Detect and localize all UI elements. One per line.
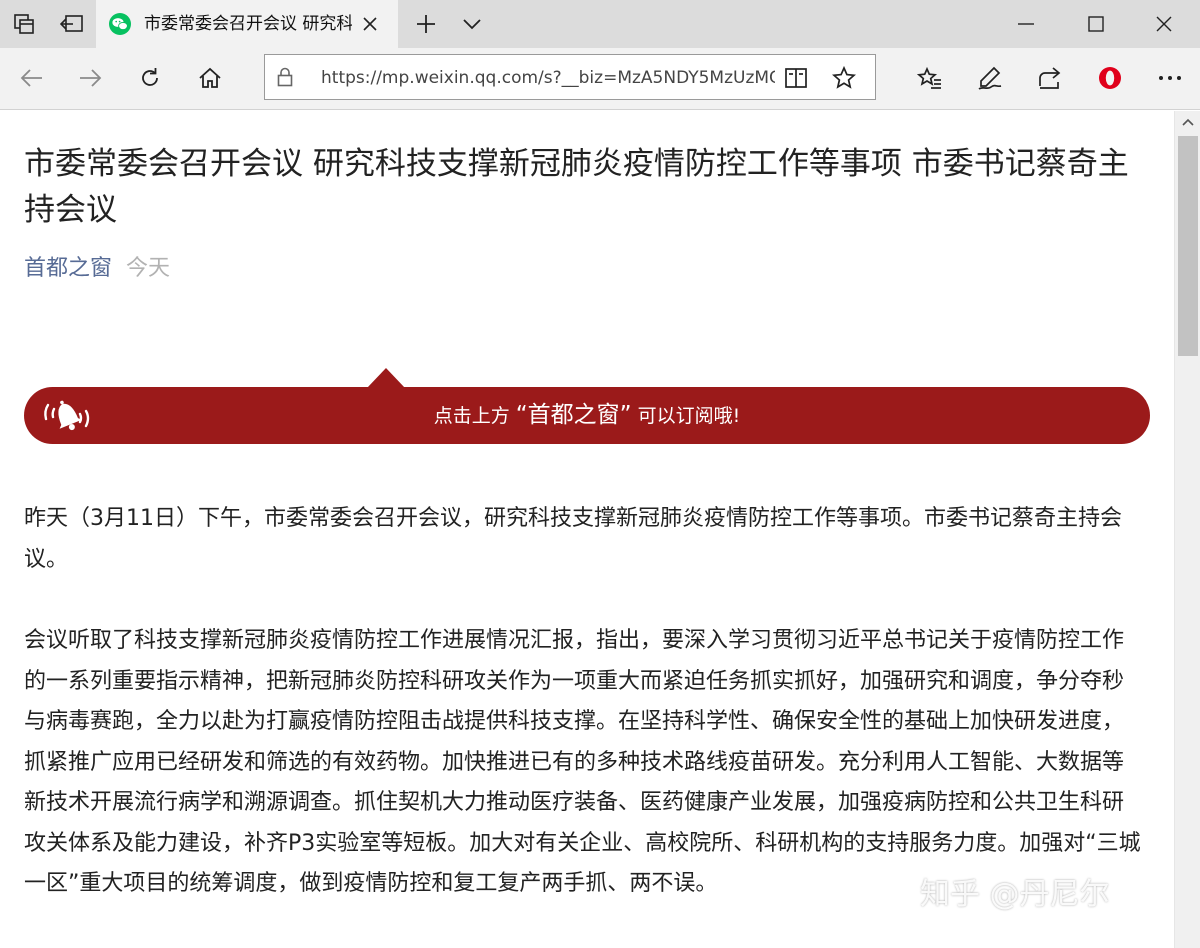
back-button[interactable]: [8, 54, 56, 102]
publish-date: 今天: [126, 256, 171, 281]
tab-list-button[interactable]: [448, 0, 496, 48]
favorites-list-button[interactable]: [906, 54, 954, 102]
refresh-button[interactable]: [126, 54, 174, 102]
banner-account-name: “首都之窗”: [515, 402, 632, 428]
close-window-button[interactable]: [1130, 0, 1198, 48]
share-icon: [1039, 67, 1061, 89]
share-button[interactable]: [1026, 54, 1074, 102]
close-window-icon: [1156, 16, 1172, 32]
banner-text: 点击上方 “首都之窗” 可以订阅哦!: [24, 387, 1150, 444]
lock-button[interactable]: [273, 65, 297, 89]
navigation-bar: https://mp.weixin.qq.com/s?__biz=MzA5NDY…: [0, 48, 1200, 110]
article-title: 市委常委会召开会议 研究科技支撑新冠肺炎疫情防控工作等事项 市委书记蔡奇主持会议: [24, 146, 1129, 228]
minimize-button[interactable]: [992, 0, 1060, 48]
minimize-icon: [1018, 23, 1034, 25]
forward-arrow-icon: [80, 69, 102, 87]
page-content: 市委常委会召开会议 研究科技支撑新冠肺炎疫情防控工作等事项 市委书记蔡奇主持会议…: [0, 111, 1174, 948]
chevron-up-icon: [1182, 118, 1194, 126]
favorites-list-icon: [917, 66, 941, 89]
extension-button[interactable]: [1086, 54, 1134, 102]
wechat-icon: [109, 13, 131, 35]
pen-icon: [978, 66, 1002, 90]
address-url[interactable]: https://mp.weixin.qq.com/s?__biz=MzA5NDY…: [321, 65, 775, 91]
banner-pointer: [367, 368, 405, 388]
reading-view-icon: [785, 68, 807, 88]
more-icon: [1159, 76, 1181, 80]
close-icon: [363, 17, 377, 31]
set-aside-tabs-icon: [60, 15, 83, 32]
tab-strip: 市委常委会召开会议 研究科技支撑新冠肺炎疫情防控工作等事项 市委书记蔡奇主持会议: [0, 0, 1200, 48]
reading-view-button[interactable]: [779, 61, 813, 95]
zhihu-watermark: 知乎 @丹尼尔: [920, 877, 1110, 912]
scrollbar-thumb[interactable]: [1178, 136, 1198, 356]
home-icon: [199, 67, 221, 88]
chevron-down-icon: [463, 19, 481, 30]
banner-prefix: 点击上方: [433, 405, 510, 427]
plus-icon: [417, 15, 435, 33]
scroll-up-button[interactable]: [1175, 111, 1200, 133]
active-tab[interactable]: 市委常委会召开会议 研究科技支撑新冠肺炎疫情防控工作等事项 市委书记蔡奇主持会议: [96, 0, 398, 48]
back-arrow-icon: [20, 69, 42, 87]
address-bar[interactable]: https://mp.weixin.qq.com/s?__biz=MzA5NDY…: [264, 54, 876, 100]
notes-button[interactable]: [966, 54, 1014, 102]
subscribe-banner: 点击上方 “首都之窗” 可以订阅哦!: [24, 387, 1150, 444]
article-paragraph: 会议听取了科技支撑新冠肺炎疫情防控工作进展情况汇报，指出，要深入学习贯彻习近平总…: [24, 628, 1141, 896]
favorite-button[interactable]: [827, 61, 861, 95]
tab-title: 市委常委会召开会议 研究科技支撑新冠肺炎疫情防控工作等事项 市委书记蔡奇主持会议: [144, 14, 352, 34]
close-tab-button[interactable]: [358, 12, 382, 36]
refresh-icon: [142, 68, 158, 86]
tab-actions-button[interactable]: [0, 0, 48, 48]
maximize-icon: [1088, 16, 1104, 32]
set-aside-tabs-button[interactable]: [48, 0, 96, 48]
new-tab-button[interactable]: [402, 0, 450, 48]
maximize-button[interactable]: [1062, 0, 1130, 48]
more-button[interactable]: [1146, 54, 1194, 102]
star-icon: [832, 66, 856, 89]
home-button[interactable]: [186, 54, 234, 102]
tab-actions-icon: [14, 14, 34, 34]
lock-icon: [277, 67, 293, 87]
vertical-scrollbar[interactable]: [1174, 111, 1200, 948]
article-paragraph: 昨天（3月11日）下午，市委常委会召开会议，研究科技支撑新冠肺炎疫情防控工作等事…: [24, 506, 1122, 572]
article-meta: 首都之窗 今天: [24, 253, 170, 285]
author-link[interactable]: 首都之窗: [24, 256, 112, 281]
forward-button[interactable]: [66, 54, 114, 102]
banner-suffix: 可以订阅哦!: [637, 405, 741, 427]
opera-extension-icon: [1099, 67, 1121, 89]
